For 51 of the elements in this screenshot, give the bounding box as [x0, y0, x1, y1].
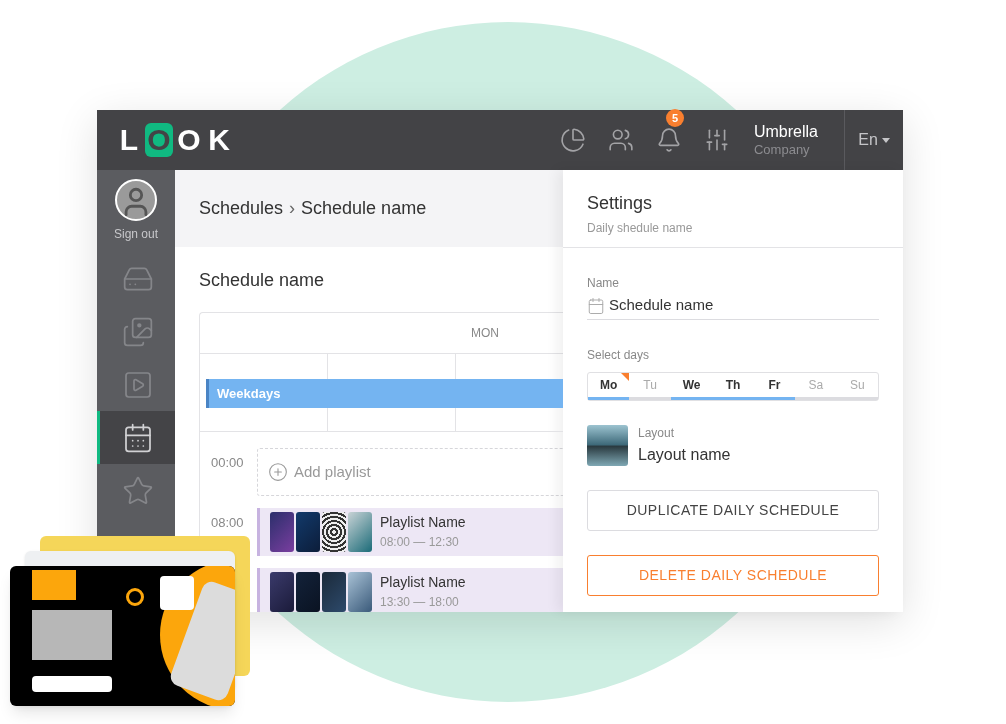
settings-icon[interactable]: [704, 127, 730, 153]
name-field[interactable]: Schedule name: [587, 292, 879, 320]
day-header: MON: [471, 325, 499, 342]
duplicate-button[interactable]: DUPLICATE DAILY SCHEDULE: [587, 490, 879, 531]
breadcrumb-item: Schedule name: [301, 197, 427, 220]
thumbnail-image: [296, 512, 320, 552]
plus-icon: [268, 462, 288, 482]
logo: L O O K: [118, 123, 231, 157]
sidebar-item[interactable]: [97, 411, 175, 464]
thumbnail-image: [348, 512, 372, 552]
playlist-name: Playlist Name: [380, 513, 466, 532]
layout-label: Layout: [638, 426, 676, 441]
schedule-title: Schedule name: [199, 269, 326, 292]
caret-icon: [881, 137, 890, 143]
thumbnail-image: [348, 572, 372, 612]
account-name: Umbrella: [754, 121, 818, 142]
breadcrumb-separator: ›: [289, 197, 296, 220]
analytics-icon[interactable]: [560, 127, 586, 153]
notification-badge: 5: [666, 109, 684, 127]
users-icon[interactable]: [608, 127, 634, 153]
panel-subtitle: Daily shedule name: [587, 220, 694, 237]
field-label: Select days: [587, 347, 651, 364]
favorites-icon: [121, 474, 154, 507]
today-marker: [621, 373, 630, 381]
thumbnail-image: [322, 572, 346, 612]
time-label: 08:00: [211, 515, 244, 530]
day-toggle[interactable]: Mo: [588, 373, 630, 400]
playlist-block[interactable]: Playlist Name 08:00 — 12:30: [257, 508, 563, 556]
sign-out-link[interactable]: Sign out: [113, 225, 158, 243]
field-label: Name: [587, 275, 620, 292]
layout-name: Layout name: [638, 445, 731, 465]
layout-thumbnail: [587, 425, 628, 466]
panel-title: Settings: [587, 192, 654, 215]
calendar-icon: [587, 296, 605, 315]
playlist-time-range: 13:30 — 18:00: [380, 595, 460, 611]
playlist-time-range: 08:00 — 12:30: [380, 535, 460, 551]
avatar: [115, 179, 157, 221]
time-label: 00:00: [211, 455, 244, 470]
notifications-icon[interactable]: [656, 127, 682, 153]
playlist-block[interactable]: Playlist Name 13:30 — 18:00: [257, 568, 563, 612]
day-toggle[interactable]: We: [670, 373, 713, 400]
playlist-name: Playlist Name: [380, 573, 466, 592]
thumbnail-image: [322, 512, 346, 552]
day-toggle[interactable]: Th: [712, 373, 754, 400]
thumbnail-image: [270, 512, 294, 552]
account-subtitle: Company: [754, 141, 811, 159]
thumbnail-image: [296, 572, 320, 612]
day-toggle[interactable]: Fr: [753, 373, 796, 400]
thumbnail-image: [270, 572, 294, 612]
breadcrumb-item[interactable]: Schedules: [199, 195, 284, 222]
images-icon: [121, 315, 154, 348]
